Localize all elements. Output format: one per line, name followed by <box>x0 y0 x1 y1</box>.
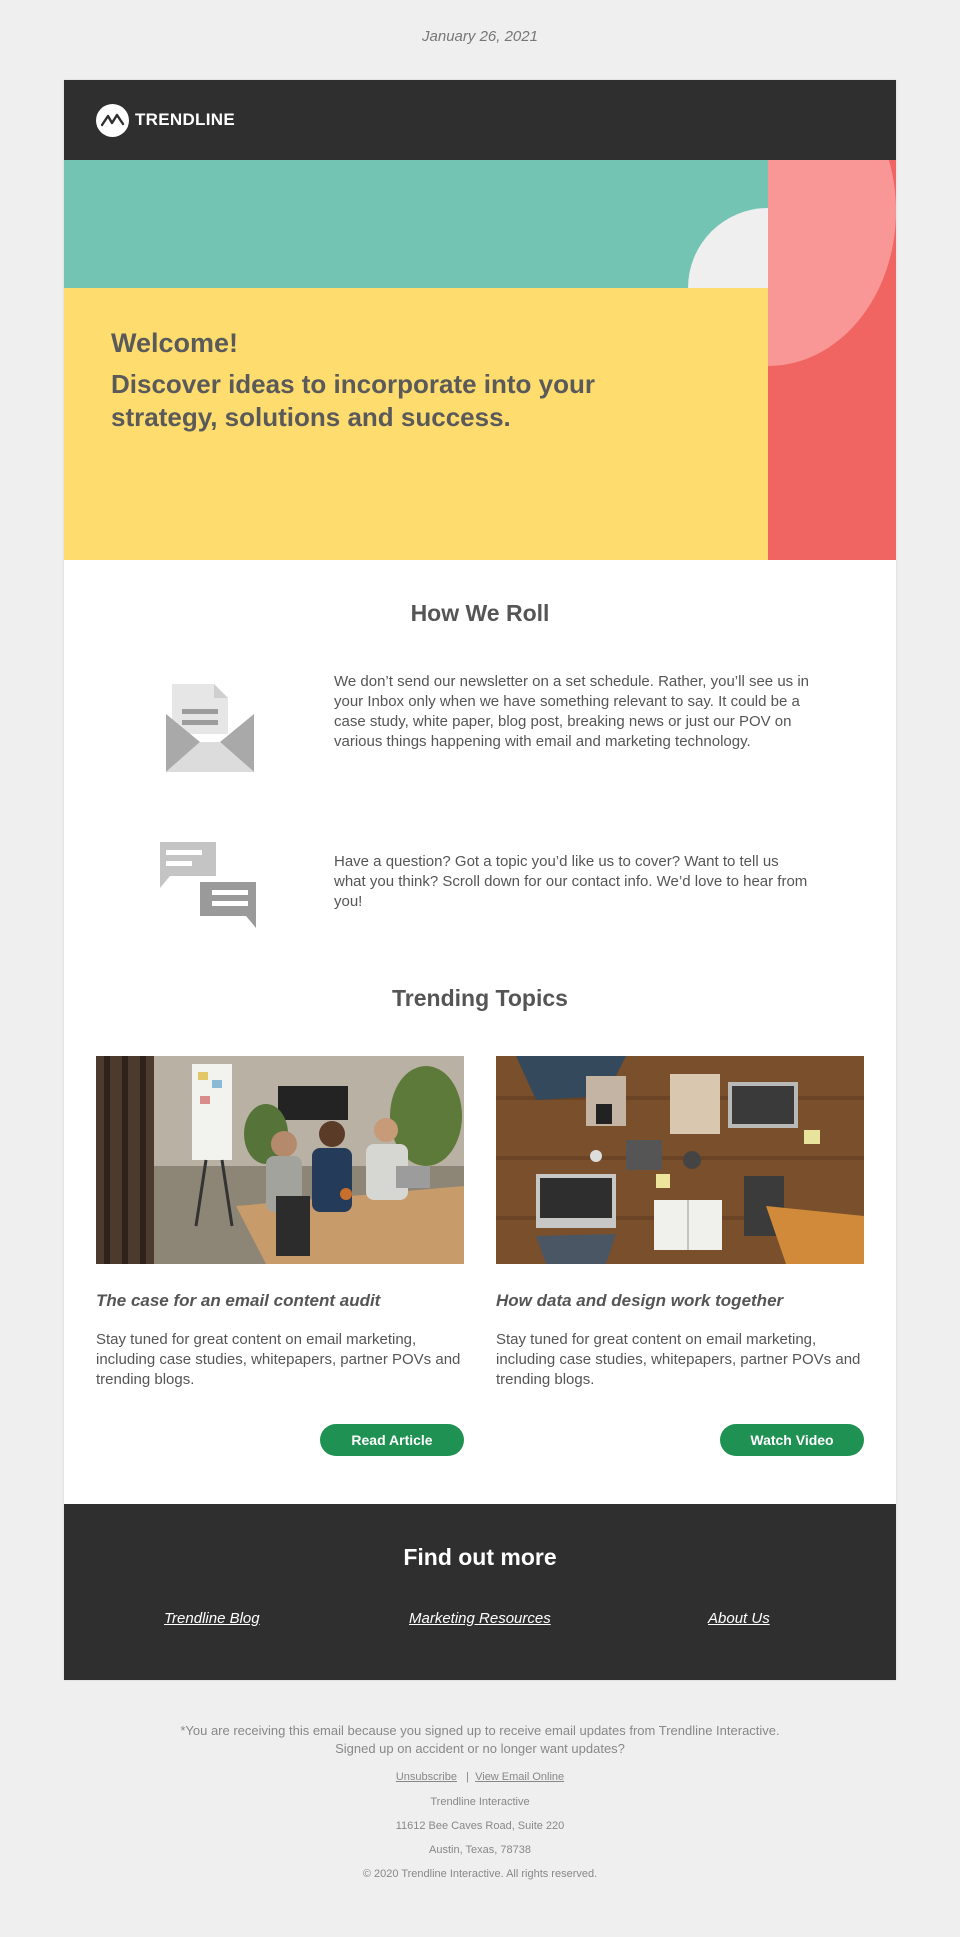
hero-welcome: Welcome! <box>111 328 239 358</box>
company-address-2: Austin, Texas, 78738 <box>429 1844 531 1856</box>
envelope-icon <box>164 672 256 779</box>
trendline-logo-icon <box>96 103 129 137</box>
article-body-2: Stay tuned for great content on email ma… <box>496 1331 861 1388</box>
hero-headline: Discover ideas to incorporate into your … <box>111 369 595 432</box>
email-card: TRENDLINE Welcome! Discover ideas to inc… <box>64 80 896 1680</box>
article-body-1: Stay tuned for great content on email ma… <box>96 1331 461 1388</box>
legal-links: Unsubscribe | View Email Online <box>0 1771 960 1783</box>
header-bar: TRENDLINE <box>64 80 896 160</box>
meeting-photo[interactable] <box>96 1056 464 1264</box>
find-out-more-band <box>64 1504 896 1680</box>
copyright: © 2020 Trendline Interactive. All rights… <box>362 1868 598 1880</box>
company-address-1: 11612 Bee Caves Road, Suite 220 <box>395 1820 565 1832</box>
legal-notice-line-2: Signed up on accident or no longer want … <box>335 1741 625 1756</box>
how-we-roll-text-1: We don’t send our newsletter on a set sc… <box>334 673 809 750</box>
footer-link-marketing-resources[interactable]: Marketing Resources <box>409 1610 551 1627</box>
footer-link-about-us[interactable]: About Us <box>708 1610 770 1627</box>
article-title-1[interactable]: The case for an email content audit <box>96 1291 464 1311</box>
how-we-roll-title: How We Roll <box>410 600 550 626</box>
read-article-button[interactable]: Read Article <box>320 1424 464 1456</box>
hero-teal-block <box>64 160 768 288</box>
hero-red-block <box>768 160 896 560</box>
watch-video-button[interactable]: Watch Video <box>720 1424 864 1456</box>
trending-topics-title: Trending Topics <box>392 985 568 1011</box>
legal-notice-line-1: *You are receiving this email because yo… <box>180 1723 780 1738</box>
chat-bubbles-icon <box>160 842 260 935</box>
legal-separator: | <box>466 1771 469 1783</box>
hero-pink-circle <box>768 160 896 366</box>
footer-link-blog[interactable]: Trendline Blog <box>164 1610 260 1627</box>
email-date: January 26, 2021 <box>422 28 538 45</box>
view-online-link[interactable]: View Email Online <box>475 1771 564 1783</box>
article-title-2[interactable]: How data and design work together <box>496 1291 864 1311</box>
brand-name: TRENDLINE <box>135 110 235 129</box>
legal-notice: *You are receiving this email because yo… <box>0 1722 960 1758</box>
desk-photo[interactable] <box>496 1056 864 1264</box>
how-we-roll-text-2: Have a question? Got a topic you’d like … <box>334 853 808 910</box>
hero-banner: Welcome! Discover ideas to incorporate i… <box>64 160 896 560</box>
company-name: Trendline Interactive <box>430 1796 530 1808</box>
find-out-more-title: Find out more <box>403 1544 557 1570</box>
unsubscribe-link[interactable]: Unsubscribe <box>396 1771 457 1783</box>
brand-logo[interactable]: TRENDLINE <box>96 103 235 137</box>
